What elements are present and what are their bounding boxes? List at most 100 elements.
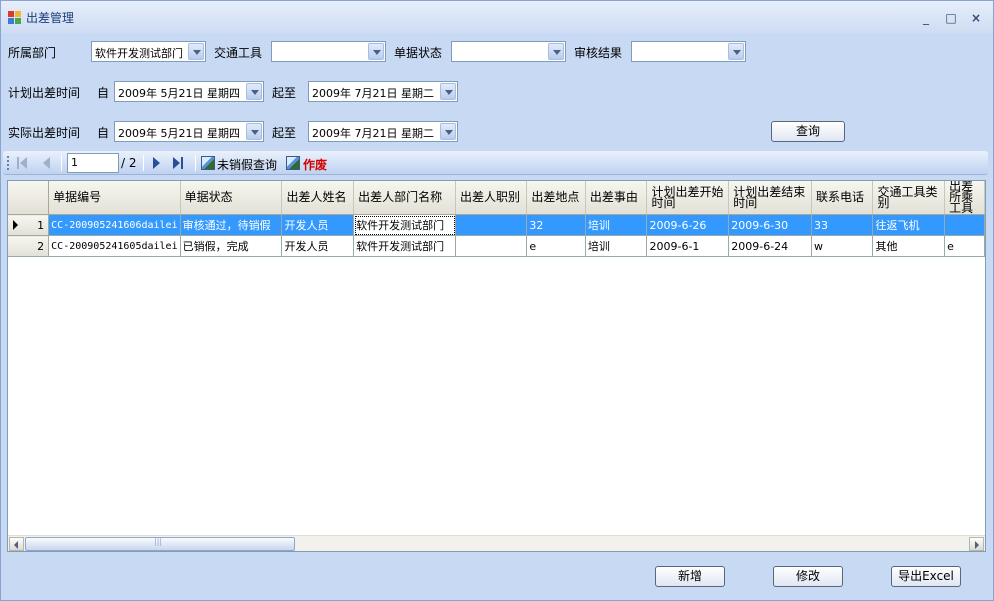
- binding-navigator: 1 / 2 未销假查询 作废: [3, 151, 988, 175]
- table-cell[interactable]: w: [811, 235, 874, 257]
- table-cell[interactable]: 开发人员: [281, 214, 355, 236]
- main-window: 出差管理 _ □ × 所属部门 软件开发测试部门 交通工具 单据状态 审核结果 …: [0, 0, 994, 601]
- table-cell[interactable]: [455, 214, 528, 236]
- export-excel-button[interactable]: 导出Excel: [891, 566, 961, 587]
- planned-from-value: 2009年 5月21日 星期四: [118, 87, 240, 100]
- status-select[interactable]: [451, 41, 566, 62]
- first-page-icon[interactable]: [17, 157, 29, 169]
- query-button[interactable]: 查询: [771, 121, 845, 142]
- previous-page-icon[interactable]: [41, 157, 53, 169]
- row-header[interactable]: 1: [8, 214, 50, 236]
- chevron-down-icon[interactable]: [440, 123, 456, 140]
- edit-button[interactable]: 修改: [773, 566, 843, 587]
- void-button[interactable]: 作废: [303, 156, 327, 173]
- table-cell[interactable]: 已销假，完成: [180, 235, 283, 257]
- table-row[interactable]: 2 CC-200905241605dailei 已销假，完成 开发人员 软件开发…: [8, 235, 985, 257]
- actual-to-value: 2009年 7月21日 星期二: [312, 127, 434, 140]
- table-cell[interactable]: 软件开发测试部门: [353, 214, 457, 236]
- column-header[interactable]: 出差地点: [526, 181, 586, 215]
- row-number: 2: [37, 239, 45, 253]
- row-number: 1: [37, 218, 45, 232]
- table-cell[interactable]: 往返飞机: [872, 214, 946, 236]
- table-cell[interactable]: 开发人员: [281, 235, 355, 257]
- table-cell[interactable]: 培训: [585, 235, 648, 257]
- actual-from-value: 2009年 5月21日 星期四: [118, 127, 240, 140]
- close-button[interactable]: ×: [969, 11, 983, 25]
- table-cell[interactable]: 审核通过，待销假: [180, 214, 283, 236]
- chevron-down-icon[interactable]: [440, 83, 456, 100]
- window-title: 出差管理: [26, 11, 75, 25]
- app-icon: [8, 11, 22, 25]
- table-cell[interactable]: [944, 214, 985, 236]
- horizontal-scrollbar[interactable]: [8, 535, 985, 551]
- planned-to-date[interactable]: 2009年 7月21日 星期二: [308, 81, 458, 102]
- actual-from-label: 自: [97, 126, 110, 140]
- image-icon[interactable]: [286, 156, 300, 170]
- department-value: 软件开发测试部门: [95, 47, 183, 60]
- table-cell[interactable]: 2009-6-30: [728, 214, 812, 236]
- column-header[interactable]: 出差所乘工具: [944, 181, 985, 215]
- row-header[interactable]: 2: [8, 235, 50, 257]
- column-header[interactable]: 单据编号: [48, 181, 181, 215]
- actual-from-date[interactable]: 2009年 5月21日 星期四: [114, 121, 264, 142]
- table-cell[interactable]: 2009-6-24: [728, 235, 812, 257]
- planned-from-label: 自: [97, 86, 110, 100]
- chevron-down-icon[interactable]: [188, 43, 204, 60]
- table-cell[interactable]: 培训: [585, 214, 648, 236]
- table-cell[interactable]: 2009-6-1: [646, 235, 730, 257]
- table-row[interactable]: 1 CC-200905241606dailei 审核通过，待销假 开发人员 软件…: [8, 214, 985, 236]
- table-cell[interactable]: 2009-6-26: [646, 214, 730, 236]
- scroll-right-icon[interactable]: [969, 537, 984, 551]
- scroll-left-icon[interactable]: [9, 537, 24, 551]
- unreturned-query-button[interactable]: 未销假查询: [217, 156, 277, 173]
- corner-header[interactable]: [8, 181, 50, 215]
- data-grid[interactable]: 单据编号 单据状态 出差人姓名 出差人部门名称 出差人职别 出差地点 出差事由 …: [7, 180, 986, 552]
- column-header[interactable]: 交通工具类别: [872, 181, 946, 215]
- image-icon[interactable]: [201, 156, 215, 170]
- table-cell[interactable]: CC-200905241606dailei: [48, 214, 181, 236]
- transport-select[interactable]: [271, 41, 386, 62]
- actual-to-date[interactable]: 2009年 7月21日 星期二: [308, 121, 458, 142]
- column-header[interactable]: 计划出差结束时间: [728, 181, 812, 215]
- table-cell[interactable]: 33: [811, 214, 874, 236]
- table-cell[interactable]: CC-200905241605dailei: [48, 235, 181, 257]
- grid-header-row: 单据编号 单据状态 出差人姓名 出差人部门名称 出差人职别 出差地点 出差事由 …: [8, 181, 985, 215]
- column-header[interactable]: 出差事由: [585, 181, 648, 215]
- minimize-button[interactable]: _: [919, 11, 933, 25]
- last-page-icon[interactable]: [173, 157, 185, 169]
- next-page-icon[interactable]: [151, 157, 163, 169]
- chevron-down-icon[interactable]: [728, 43, 744, 60]
- table-cell[interactable]: 软件开发测试部门: [353, 235, 457, 257]
- column-header[interactable]: 单据状态: [180, 181, 283, 215]
- department-select[interactable]: 软件开发测试部门: [91, 41, 206, 62]
- chevron-down-icon[interactable]: [246, 123, 262, 140]
- column-header[interactable]: 联系电话: [811, 181, 874, 215]
- page-number-input[interactable]: 1: [67, 153, 119, 173]
- maximize-button[interactable]: □: [944, 11, 958, 25]
- column-header[interactable]: 出差人部门名称: [353, 181, 457, 215]
- scrollbar-thumb[interactable]: [25, 537, 295, 551]
- toolbar-grip[interactable]: [7, 156, 9, 170]
- chevron-down-icon[interactable]: [368, 43, 384, 60]
- table-cell[interactable]: 其他: [872, 235, 946, 257]
- table-cell[interactable]: e: [526, 235, 586, 257]
- column-header[interactable]: 出差人职别: [455, 181, 528, 215]
- actual-time-label: 实际出差时间: [8, 126, 81, 140]
- page-total: / 2: [121, 156, 137, 170]
- add-button[interactable]: 新增: [655, 566, 725, 587]
- review-select[interactable]: [631, 41, 746, 62]
- table-cell[interactable]: [455, 235, 528, 257]
- table-cell[interactable]: 32: [526, 214, 586, 236]
- planned-from-date[interactable]: 2009年 5月21日 星期四: [114, 81, 264, 102]
- title-bar: 出差管理 _ □ ×: [1, 1, 993, 33]
- planned-time-label: 计划出差时间: [8, 86, 81, 100]
- planned-to-value: 2009年 7月21日 星期二: [312, 87, 434, 100]
- chevron-down-icon[interactable]: [548, 43, 564, 60]
- toolbar-separator: [143, 155, 144, 171]
- chevron-down-icon[interactable]: [246, 83, 262, 100]
- grid-table: 单据编号 单据状态 出差人姓名 出差人部门名称 出差人职别 出差地点 出差事由 …: [8, 181, 985, 257]
- transport-label: 交通工具: [214, 46, 263, 60]
- table-cell[interactable]: e: [944, 235, 985, 257]
- column-header[interactable]: 出差人姓名: [281, 181, 355, 215]
- column-header[interactable]: 计划出差开始时间: [646, 181, 730, 215]
